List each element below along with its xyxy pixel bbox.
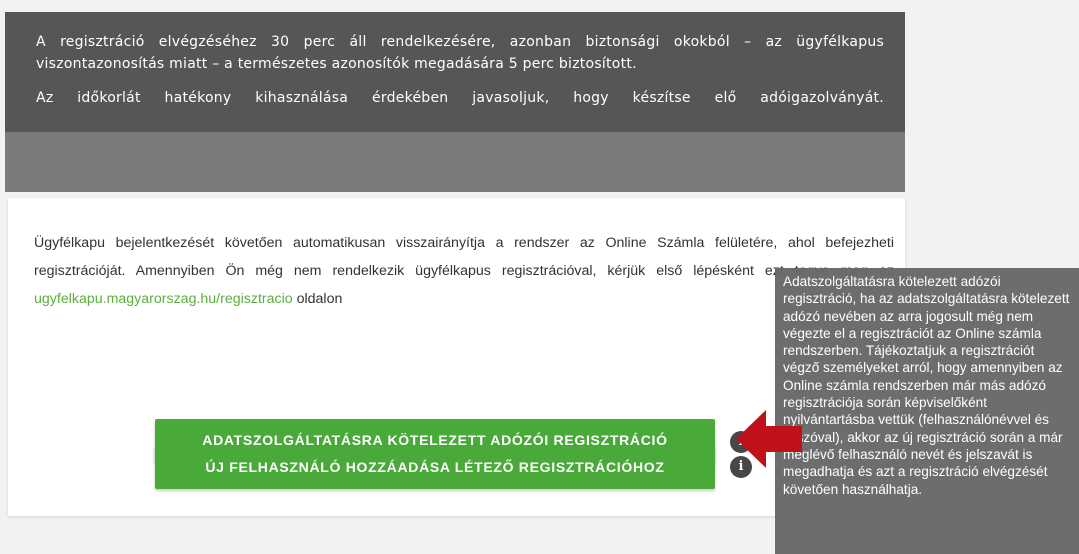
ugyfelkapu-registration-link[interactable]: ugyfelkapu.magyarorszag.hu/regisztracio [34,291,293,307]
notice-paragraph-1: A regisztráció elvégzéséhez 30 perc áll … [36,34,884,72]
card-text-before-link: Ügyfélkapu bejelentkezését követően auto… [34,235,894,279]
card-text-after-link: oldalon [292,291,343,307]
add-user-to-registration-button[interactable]: ÚJ FELHASZNÁLÓ HOZZÁADÁSA LÉTEZŐ REGISZT… [155,446,715,489]
registration-card: Ügyfélkapu bejelentkezését követően auto… [8,198,905,516]
notice-paragraph-2: Az időkorlát hatékony kihasználása érdek… [36,90,884,106]
notice-text: A regisztráció elvégzéséhez 30 perc áll … [36,31,884,121]
notice-panel: A regisztráció elvégzéséhez 30 perc áll … [5,12,905,192]
info-tooltip: Adatszolgáltatásra kötelezett adózói reg… [775,268,1079,554]
red-arrow-icon [736,410,802,468]
card-description: Ügyfélkapu bejelentkezését követően auto… [34,229,894,313]
